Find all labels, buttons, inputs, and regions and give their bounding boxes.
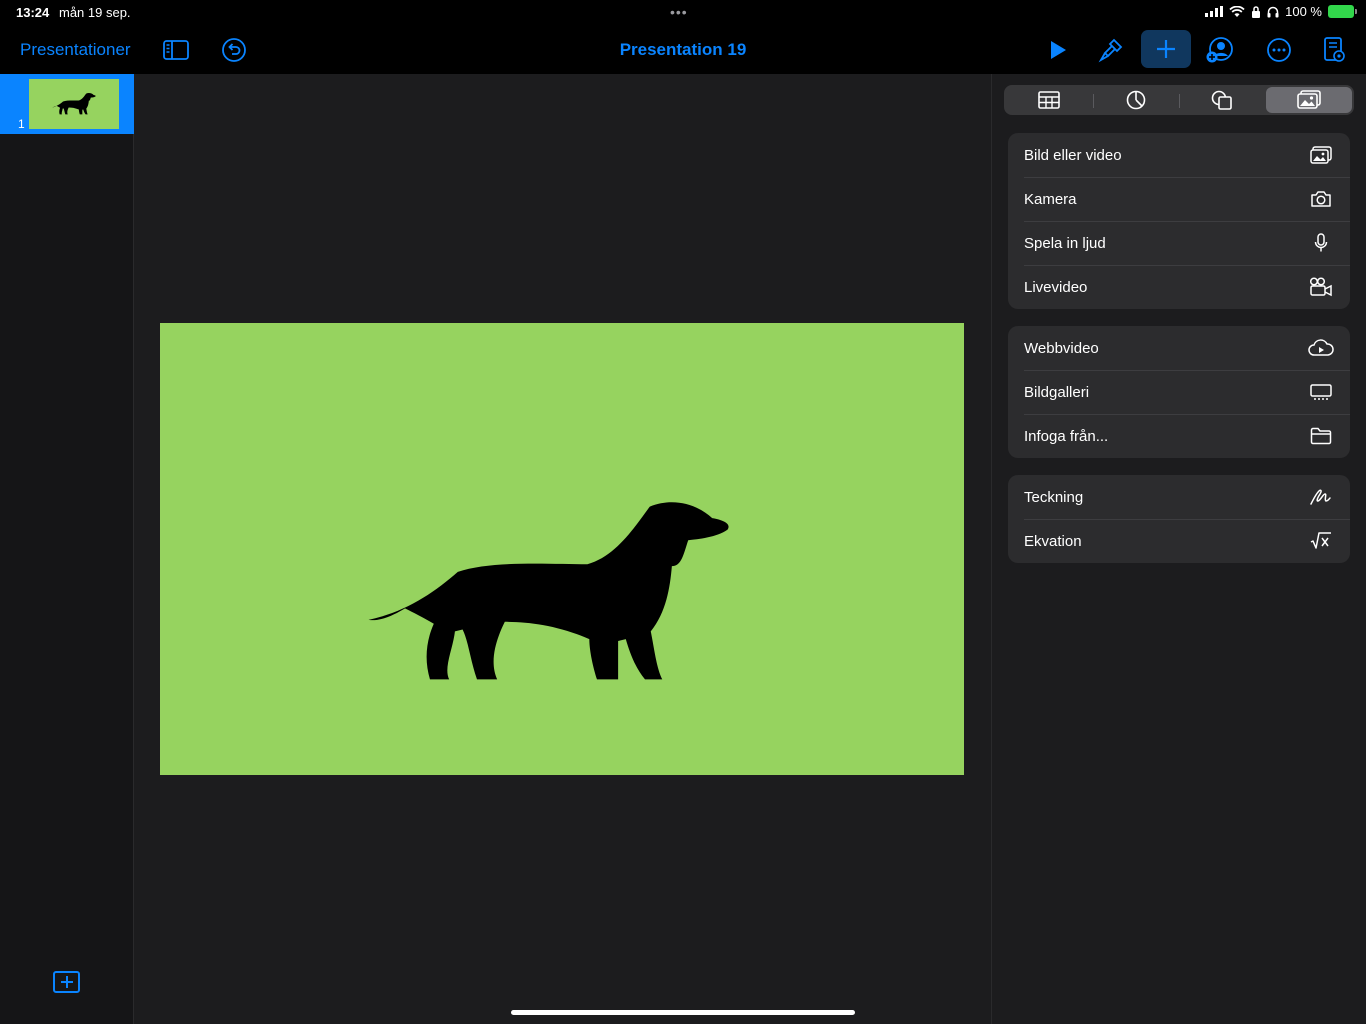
current-slide[interactable] bbox=[160, 323, 964, 775]
wifi-icon bbox=[1229, 5, 1245, 17]
live-video-item[interactable]: Livevideo bbox=[1008, 265, 1350, 309]
menu-item-label: Bild eller video bbox=[1024, 146, 1122, 164]
slide-number: 1 bbox=[18, 117, 25, 131]
menu-item-label: Webbvideo bbox=[1024, 339, 1099, 357]
photo-icon bbox=[1308, 144, 1334, 166]
menu-item-label: Bildgalleri bbox=[1024, 383, 1090, 401]
undo-icon[interactable] bbox=[220, 36, 248, 64]
web-media-group: Webbvideo Bildgalleri Infoga från... bbox=[1008, 326, 1350, 458]
battery-percent: 100 % bbox=[1285, 4, 1322, 19]
menu-item-label: Infoga från... bbox=[1024, 427, 1109, 445]
status-indicators: 100 % bbox=[1205, 4, 1357, 19]
insert-panel: Bild eller video Kamera Spela in ljud Li… bbox=[991, 74, 1366, 1024]
camera-icon bbox=[1308, 188, 1334, 210]
web-video-item[interactable]: Webbvideo bbox=[1008, 326, 1350, 370]
sidebar-toggle-icon[interactable] bbox=[162, 36, 190, 64]
plus-icon bbox=[1157, 40, 1175, 58]
drawing-group: Teckning Ekvation bbox=[1008, 475, 1350, 563]
insert-camera-item[interactable]: Kamera bbox=[1008, 177, 1350, 221]
insert-from-item[interactable]: Infoga från... bbox=[1008, 414, 1350, 458]
tab-chart[interactable] bbox=[1092, 87, 1180, 113]
presentations-back-button[interactable]: Presentationer bbox=[20, 40, 131, 60]
status-time: 13:24 bbox=[16, 5, 50, 20]
media-group: Bild eller video Kamera Spela in ljud Li… bbox=[1008, 133, 1350, 309]
cellular-signal-icon bbox=[1205, 6, 1224, 17]
table-icon bbox=[1038, 91, 1061, 109]
dog-silhouette-icon bbox=[52, 93, 96, 115]
tab-table[interactable] bbox=[1006, 87, 1093, 113]
plus-icon bbox=[60, 976, 73, 988]
record-audio-item[interactable]: Spela in ljud bbox=[1008, 221, 1350, 265]
slide-canvas bbox=[135, 74, 990, 1024]
more-options-icon[interactable] bbox=[1265, 36, 1293, 64]
insert-category-tabs bbox=[1004, 85, 1354, 115]
collaborate-icon[interactable] bbox=[1206, 36, 1234, 64]
cloud-play-icon bbox=[1308, 337, 1334, 359]
slide-thumbnail[interactable]: 1 bbox=[0, 74, 134, 134]
headphones-icon bbox=[1267, 6, 1279, 17]
equation-item[interactable]: Ekvation bbox=[1008, 519, 1350, 563]
insert-photo-video-item[interactable]: Bild eller video bbox=[1008, 133, 1350, 177]
chart-icon bbox=[1126, 90, 1146, 110]
shapes-icon bbox=[1211, 90, 1233, 110]
dog-silhouette-image[interactable] bbox=[360, 497, 738, 689]
menu-item-label: Ekvation bbox=[1024, 532, 1082, 550]
multitasking-dots-icon[interactable]: ••• bbox=[670, 4, 688, 20]
document-title[interactable]: Presentation 19 bbox=[620, 40, 747, 59]
menu-item-label: Spela in ljud bbox=[1024, 234, 1106, 252]
status-date: mån 19 sep. bbox=[59, 5, 131, 20]
menu-item-label: Livevideo bbox=[1024, 278, 1088, 296]
status-bar: 13:24 mån 19 sep. ••• 100 % bbox=[0, 0, 1366, 26]
folder-icon bbox=[1308, 425, 1334, 447]
insert-button[interactable] bbox=[1141, 30, 1191, 68]
media-icon bbox=[1296, 90, 1321, 109]
slide-thumbnail-preview bbox=[29, 79, 119, 129]
drawing-icon bbox=[1308, 486, 1334, 508]
battery-icon bbox=[1328, 5, 1357, 18]
tab-media[interactable] bbox=[1265, 87, 1352, 113]
gallery-icon bbox=[1308, 381, 1334, 403]
video-camera-icon bbox=[1308, 276, 1334, 298]
format-brush-icon[interactable] bbox=[1097, 36, 1125, 64]
equation-icon bbox=[1308, 530, 1334, 552]
image-gallery-item[interactable]: Bildgalleri bbox=[1008, 370, 1350, 414]
home-indicator[interactable] bbox=[511, 1010, 855, 1015]
toolbar: Presentationer Presentation 19 bbox=[0, 26, 1366, 74]
tab-shapes[interactable] bbox=[1179, 87, 1266, 113]
presenter-notes-icon[interactable] bbox=[1320, 36, 1348, 64]
slide-navigator: 1 bbox=[0, 74, 134, 1024]
menu-item-label: Teckning bbox=[1024, 488, 1084, 506]
play-icon[interactable] bbox=[1044, 36, 1072, 64]
microphone-icon bbox=[1308, 232, 1334, 254]
add-slide-button[interactable] bbox=[53, 971, 80, 993]
lock-rotation-icon bbox=[1252, 5, 1261, 18]
menu-item-label: Kamera bbox=[1024, 190, 1077, 208]
drawing-item[interactable]: Teckning bbox=[1008, 475, 1350, 519]
